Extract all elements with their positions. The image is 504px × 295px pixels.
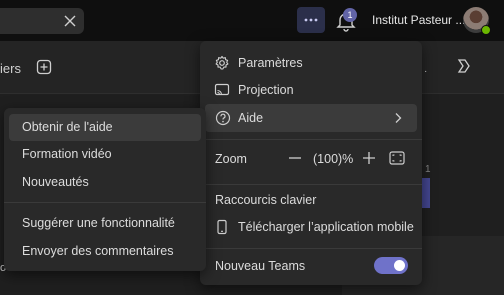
submenu-divider [4, 202, 206, 203]
menu-divider [200, 184, 422, 185]
submenu-label: Envoyer des commentaires [22, 244, 174, 258]
menu-label-projection: Projection [238, 83, 294, 97]
help-circle-icon [215, 110, 231, 126]
cast-icon [214, 83, 230, 96]
new-teams-toggle[interactable] [374, 257, 408, 274]
copilot-icon[interactable] [455, 57, 473, 75]
toggle-knob [394, 260, 405, 271]
menu-item-help[interactable]: Aide [205, 104, 417, 132]
submenu-item-send-feedback[interactable]: Envoyer des commentaires [9, 238, 201, 265]
menu-item-download-mobile[interactable]: Télécharger l’application mobile [200, 213, 422, 241]
search-box[interactable] [0, 8, 84, 34]
notification-badge: 1 [343, 8, 357, 22]
zoom-label: Zoom [215, 152, 247, 166]
menu-item-keyboard-shortcuts[interactable]: Raccourcis clavier [215, 193, 316, 207]
add-tab-icon[interactable] [36, 59, 52, 75]
submenu-item-whats-new[interactable]: Nouveautés [9, 169, 201, 196]
submenu-label: Nouveautés [22, 175, 89, 189]
more-horizontal-icon [304, 18, 318, 22]
title-bar: 1 Institut Pasteur ... [0, 0, 504, 41]
menu-item-projection[interactable]: Projection [200, 76, 422, 104]
gear-icon [215, 55, 229, 70]
new-teams-label: Nouveau Teams [215, 259, 306, 273]
zoom-value: (100)% [313, 152, 354, 166]
header-more-fragment[interactable]: · [424, 66, 427, 77]
help-submenu: Obtenir de l'aide Formation vidéo Nouvea… [4, 108, 206, 271]
menu-label-settings: Paramètres [238, 56, 303, 70]
menu-label-download-mobile: Télécharger l’application mobile [238, 220, 414, 234]
chevron-right-icon [395, 113, 402, 123]
tab-fragment[interactable]: iers [0, 61, 21, 76]
submenu-item-get-help[interactable]: Obtenir de l'aide [9, 114, 201, 141]
zoom-in-icon[interactable] [361, 150, 377, 166]
side-number: 1 [425, 164, 431, 175]
submenu-item-suggest-feature[interactable]: Suggérer une fonctionnalité [9, 210, 201, 237]
submenu-item-video-training[interactable]: Formation vidéo [9, 141, 201, 168]
more-options-button[interactable] [297, 7, 325, 33]
menu-item-settings[interactable]: Paramètres [200, 49, 422, 77]
fit-screen-icon[interactable] [389, 151, 405, 165]
presence-status-icon [481, 25, 491, 35]
submenu-label: Suggérer une fonctionnalité [22, 216, 175, 230]
submenu-label: Formation vidéo [22, 147, 112, 161]
settings-menu: Paramètres Projection Aide Zoom (100)% R… [200, 41, 422, 285]
org-name[interactable]: Institut Pasteur ... [372, 13, 465, 27]
phone-icon [217, 219, 227, 235]
menu-label-help: Aide [238, 111, 264, 125]
menu-divider [200, 139, 422, 140]
zoom-out-icon[interactable] [287, 150, 303, 166]
menu-divider [200, 248, 422, 249]
submenu-label: Obtenir de l'aide [22, 120, 113, 134]
close-icon[interactable] [62, 13, 78, 29]
